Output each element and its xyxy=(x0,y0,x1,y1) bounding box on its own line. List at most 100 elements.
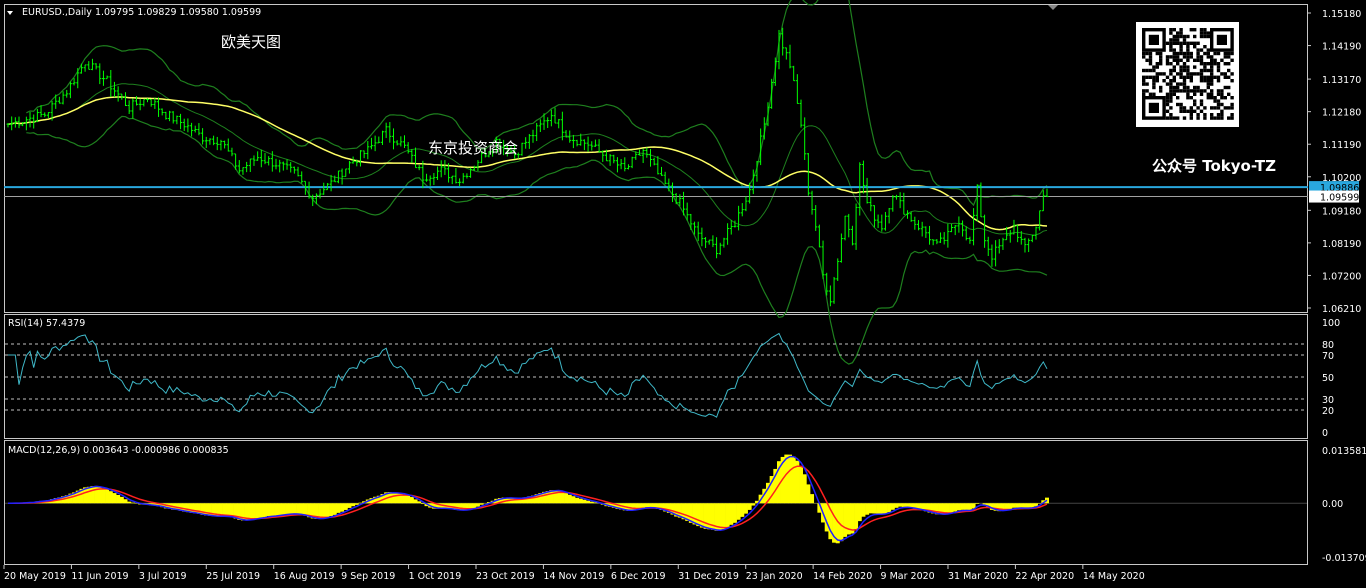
macd-hist-bar xyxy=(108,491,113,504)
qr-module xyxy=(1142,89,1146,93)
qr-module xyxy=(1230,58,1234,62)
price-bar xyxy=(553,107,557,124)
price-bar xyxy=(850,225,854,246)
macd-hist-bar xyxy=(883,503,888,514)
qr-module xyxy=(1186,68,1190,73)
price-bar xyxy=(843,215,847,241)
qr-module xyxy=(1159,55,1163,59)
qr-module xyxy=(1199,102,1204,107)
price-bar xyxy=(645,147,649,158)
qr-module xyxy=(1193,99,1197,103)
price-bar xyxy=(674,193,678,205)
qr-module xyxy=(1206,96,1210,100)
qr-module xyxy=(1179,82,1183,86)
macd-hist-bar xyxy=(303,503,308,516)
price-bar xyxy=(975,184,979,222)
macd-hist-bar xyxy=(644,503,649,508)
price-tick-label: 1.12180 xyxy=(1322,108,1361,119)
collapse-arrow-icon[interactable] xyxy=(7,11,13,15)
price-bar xyxy=(384,122,388,139)
qr-module xyxy=(1213,99,1217,103)
qr-module xyxy=(1223,106,1227,110)
macd-hist-bar xyxy=(285,503,290,515)
watermark-center: 东京投资商会 xyxy=(428,139,519,157)
qr-module xyxy=(1203,106,1207,110)
qr-module xyxy=(1169,82,1173,86)
price-bar xyxy=(865,177,869,204)
macd-header: MACD(12,26,9) 0.003643 -0.000986 0.00083… xyxy=(8,445,229,456)
macd-hist-bar xyxy=(86,486,91,504)
qr-module xyxy=(1189,116,1193,120)
qr-module xyxy=(1193,34,1197,39)
macd-hist-bar xyxy=(740,503,745,517)
qr-module xyxy=(1169,72,1173,76)
qr-module xyxy=(1193,109,1197,113)
macd-hist-bar xyxy=(582,499,587,504)
qr-module xyxy=(1203,116,1207,120)
qr-module xyxy=(1193,72,1197,76)
qr-module xyxy=(1193,28,1197,32)
price-bar xyxy=(425,173,429,182)
macd-hist-bar xyxy=(887,503,892,513)
bollinger-upper xyxy=(26,0,1048,207)
qr-module xyxy=(1203,65,1207,69)
scroll-marker-icon[interactable] xyxy=(1048,5,1058,10)
macd-hist-bar xyxy=(351,503,356,507)
price-bar xyxy=(380,130,384,146)
qr-module xyxy=(1210,96,1214,100)
qr-module xyxy=(1172,38,1176,42)
qr-module xyxy=(1223,62,1227,66)
price-bar xyxy=(98,63,102,85)
price-bar xyxy=(619,159,623,170)
qr-module xyxy=(1193,41,1197,45)
price-bar xyxy=(520,142,524,156)
rsi-plot xyxy=(5,332,1307,418)
qr-module xyxy=(1165,92,1170,96)
price-bar xyxy=(171,111,175,124)
price-bar xyxy=(112,81,116,98)
qr-module xyxy=(1216,79,1221,83)
qr-module xyxy=(1165,109,1170,113)
qr-module xyxy=(1169,38,1173,42)
macd-hist-bar xyxy=(277,503,282,516)
macd-hist-bar xyxy=(479,503,484,505)
macd-hist-bar xyxy=(890,503,895,510)
price-bar xyxy=(997,239,1001,254)
price-bar xyxy=(917,220,921,231)
macd-hist-bar xyxy=(119,496,124,504)
qr-module xyxy=(1172,85,1176,90)
qr-module xyxy=(1172,51,1176,56)
qr-module xyxy=(1186,58,1190,62)
qr-module xyxy=(1189,72,1193,76)
qr-module xyxy=(1199,99,1204,103)
macd-hist-bar xyxy=(703,503,708,529)
price-bar xyxy=(403,135,407,149)
qr-module xyxy=(1230,106,1234,110)
qr-module xyxy=(1182,55,1187,59)
qr-module xyxy=(1216,68,1221,73)
qr-module xyxy=(1220,72,1224,76)
price-bar xyxy=(678,194,682,207)
qr-code-image xyxy=(1136,22,1239,127)
qr-module xyxy=(1186,65,1190,69)
price-bar xyxy=(436,166,440,180)
macd-hist-bar xyxy=(743,503,748,514)
price-bar xyxy=(615,157,619,173)
qr-module xyxy=(1216,106,1221,110)
price-bar xyxy=(535,122,539,142)
price-bar xyxy=(990,244,994,267)
price-bar xyxy=(432,172,436,185)
price-bar xyxy=(245,161,249,173)
price-bar xyxy=(1016,224,1020,243)
qr-module xyxy=(1179,75,1183,79)
qr-module xyxy=(1203,45,1207,49)
price-bar xyxy=(83,64,87,72)
qr-module xyxy=(1199,92,1204,96)
ma-line xyxy=(7,96,1048,231)
qr-module xyxy=(1148,51,1153,56)
price-bar xyxy=(6,123,10,128)
macd-hist-bar xyxy=(123,499,128,504)
qr-module xyxy=(1189,89,1193,93)
price-bar xyxy=(586,136,590,152)
price-bar xyxy=(964,226,968,241)
